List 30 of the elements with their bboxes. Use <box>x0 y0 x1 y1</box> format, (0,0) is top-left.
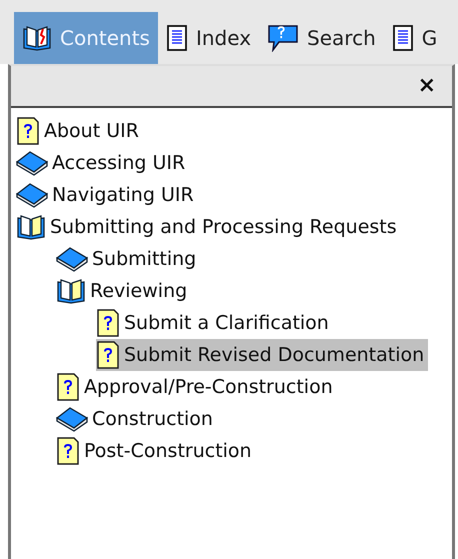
open-book-icon <box>56 278 86 304</box>
tree-item[interactable]: About UIR <box>16 115 143 147</box>
tab[interactable]: G <box>384 12 446 64</box>
tree-item[interactable]: Submitting and Processing Requests <box>16 211 401 243</box>
tree-item[interactable]: Post-Construction <box>56 435 256 467</box>
close-button[interactable]: × <box>414 75 440 97</box>
help-page-icon <box>96 309 120 337</box>
tree-item[interactable]: Reviewing <box>56 275 192 307</box>
tree-item[interactable]: Construction <box>56 403 217 435</box>
tree-item[interactable]: Submitting <box>56 243 200 275</box>
help-page-icon <box>56 437 80 465</box>
tree-item[interactable]: Accessing UIR <box>16 147 190 179</box>
help-page-icon <box>16 117 40 145</box>
tab[interactable]: Search <box>259 12 384 64</box>
tree-item[interactable]: Approval/Pre-Construction <box>56 371 337 403</box>
closed-book-icon <box>16 182 48 208</box>
open-book-icon <box>16 214 46 240</box>
document-icon <box>392 25 414 51</box>
tree-item[interactable]: Navigating UIR <box>16 179 198 211</box>
help-page-icon <box>56 373 80 401</box>
closed-book-icon <box>56 406 88 432</box>
document-icon <box>166 25 188 51</box>
tree-item[interactable]: Submit Revised Documentation <box>96 339 428 371</box>
tree-item[interactable]: Submit a Clarification <box>96 307 333 339</box>
help-page-icon <box>96 341 120 369</box>
closed-book-icon <box>56 246 88 272</box>
closed-book-icon <box>16 150 48 176</box>
open-book-icon <box>22 25 52 51</box>
question-bubble-icon <box>267 24 300 52</box>
tab[interactable]: Index <box>158 12 260 64</box>
